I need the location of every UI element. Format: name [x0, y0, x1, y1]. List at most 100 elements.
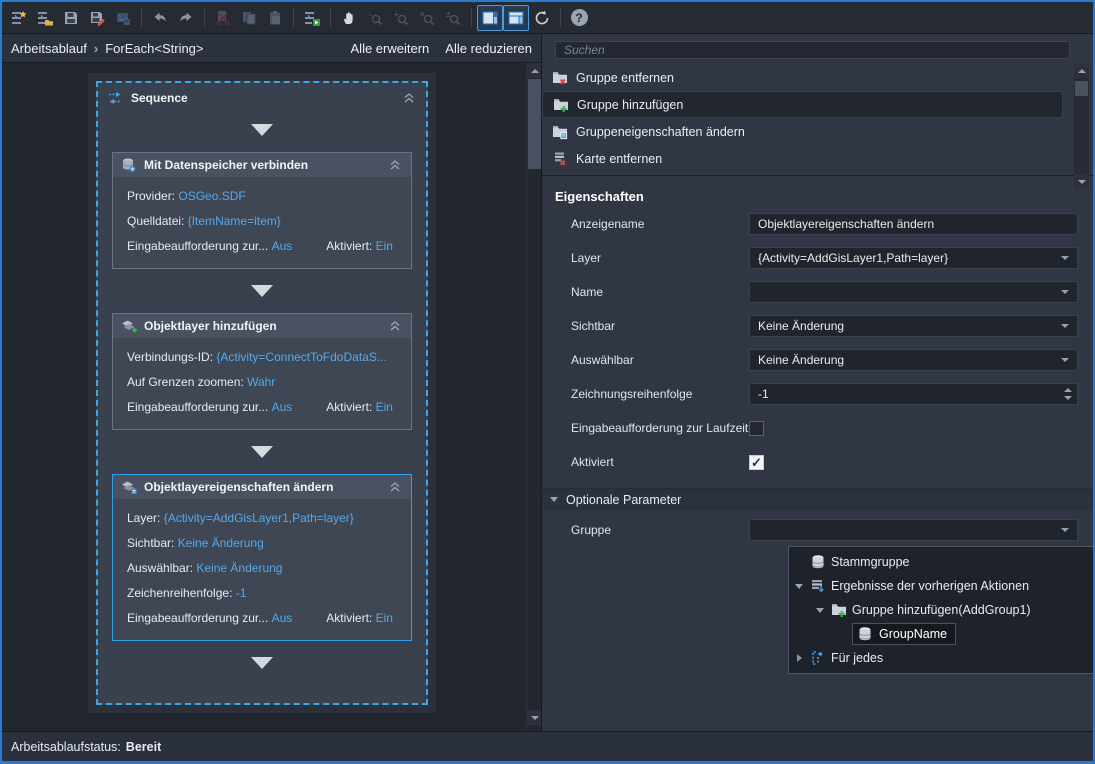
eingabeaufforderung-checkbox[interactable] [749, 420, 764, 436]
activity-add-layer[interactable]: Objektlayer hinzufügen Verbindungs-ID: {… [112, 313, 412, 430]
anzeigename-input[interactable] [749, 213, 1078, 235]
zoom-out-button[interactable]: - [362, 5, 388, 31]
aktiviert-checkbox[interactable] [749, 454, 764, 471]
sequence-activity[interactable]: Sequence Mit Datenspeicher verbinden Pro… [96, 81, 428, 705]
zoom-in-icon: + [393, 10, 409, 26]
search-input[interactable] [555, 41, 1070, 59]
zoom-in-button[interactable]: + [388, 5, 414, 31]
collapse-chevron-icon[interactable] [401, 90, 417, 106]
database-icon [857, 626, 873, 642]
selected-tree-item[interactable]: GroupName [852, 623, 957, 645]
prop-label: Provider: [127, 189, 176, 203]
layout-split-toggle[interactable] [503, 4, 529, 31]
paste-icon [267, 10, 283, 26]
save-as-button[interactable] [84, 5, 110, 31]
collapse-chevron-icon[interactable] [387, 479, 403, 495]
layer-dropdown[interactable]: {Activity=AddGisLayer1,Path=layer} [749, 247, 1078, 269]
zeichnungsreihenfolge-spinner[interactable]: -1 [749, 383, 1078, 405]
flow-connector-arrow [251, 124, 273, 136]
spinner-down-icon[interactable] [1064, 396, 1072, 400]
prompt-label: Eingabeaufforderung zur... [127, 611, 269, 625]
tree-item-ergebnisse[interactable]: Ergebnisse der vorherigen Aktionen [789, 574, 1093, 598]
workflow-canvas[interactable]: Sequence Mit Datenspeicher verbinden Pro… [2, 62, 541, 731]
zoom-out-icon: - [367, 10, 383, 26]
save-as-icon [89, 10, 105, 26]
zoom-window-button[interactable]: × [414, 5, 440, 31]
help-icon: ? [570, 9, 588, 26]
tree-item-label: Gruppe hinzufügen(AddGroup1) [852, 603, 1031, 617]
app-window: - + × ± ? Arbeitsablauf › ForEach<String… [0, 0, 1095, 764]
folder-properties-icon [552, 124, 568, 140]
scrollbar-thumb[interactable] [528, 79, 541, 169]
scrollbar-thumb[interactable] [1075, 81, 1088, 96]
action-item-gruppe-hinzufuegen[interactable]: Gruppe hinzufügen [542, 91, 1063, 118]
flow-connector-arrow [251, 285, 273, 297]
undo-button[interactable] [147, 5, 173, 31]
breadcrumb-current[interactable]: ForEach<String> [105, 41, 203, 56]
action-list-scrollbar[interactable] [1074, 63, 1089, 189]
sichtbar-dropdown[interactable]: Keine Änderung [749, 315, 1078, 337]
prop-value: {Activity=AddGisLayer1,Path=layer} [163, 511, 354, 525]
collapse-all-button[interactable]: Alle reduzieren [445, 41, 532, 56]
prop-label: Auf Grenzen zoomen: [127, 375, 244, 389]
collapsed-icon[interactable] [796, 654, 802, 662]
prompt-label: Eingabeaufforderung zur... [127, 239, 269, 253]
run-button[interactable] [299, 5, 325, 31]
results-icon [810, 578, 826, 594]
save-button[interactable] [58, 5, 84, 31]
gruppe-dropdown[interactable] [749, 519, 1078, 541]
name-dropdown[interactable] [749, 281, 1078, 303]
breadcrumb-root[interactable]: Arbeitsablauf [11, 41, 87, 56]
open-workflow-button[interactable] [32, 5, 58, 31]
auswaehlbar-dropdown[interactable]: Keine Änderung [749, 349, 1078, 371]
cut-icon [215, 10, 231, 26]
tree-item-fuer-jedes[interactable]: Für jedes [789, 646, 1093, 670]
action-item-gruppe-entfernen[interactable]: Gruppe entfernen [542, 64, 1063, 91]
paste-button[interactable] [262, 5, 288, 31]
expanded-icon[interactable] [795, 583, 803, 589]
enabled-value: Ein [375, 611, 393, 625]
scroll-down-button[interactable] [1074, 174, 1089, 189]
canvas-vertical-scrollbar[interactable] [526, 63, 541, 731]
redo-button[interactable] [173, 5, 199, 31]
activity-change-layer-properties[interactable]: Objektlayereigenschaften ändern Layer: {… [112, 474, 412, 641]
scroll-down-button[interactable] [527, 710, 541, 725]
collapse-chevron-icon[interactable] [387, 157, 403, 173]
enabled-label: Aktiviert: [326, 239, 373, 253]
tree-item-gruppe-hinzufuegen[interactable]: Gruppe hinzufügen(AddGroup1) [789, 598, 1093, 622]
layout-design-toggle[interactable] [477, 4, 503, 31]
breadcrumb-separator-icon: › [93, 40, 99, 56]
toolbar-separator [293, 7, 294, 28]
activity-title: Mit Datenspeicher verbinden [144, 158, 309, 172]
action-item-gruppeneigenschaften-aendern[interactable]: Gruppeneigenschaften ändern [542, 118, 1063, 145]
export-image-button[interactable] [110, 5, 136, 31]
pan-button[interactable] [336, 5, 362, 31]
optional-parameters-section[interactable]: Optionale Parameter [542, 488, 1093, 510]
new-workflow-button[interactable] [6, 5, 32, 31]
copy-button[interactable] [236, 5, 262, 31]
chevron-down-icon [1061, 528, 1069, 532]
refresh-button[interactable] [529, 5, 555, 31]
collapse-chevron-icon[interactable] [387, 318, 403, 334]
activity-title: Objektlayer hinzufügen [144, 319, 277, 333]
action-item-karte-entfernen[interactable]: Karte entfernen [542, 145, 1063, 172]
prop-label: Zeichenreihenfolge: [127, 586, 233, 600]
sequence-icon [107, 90, 123, 106]
spinner-up-icon[interactable] [1064, 388, 1072, 392]
expand-all-button[interactable]: Alle erweitern [351, 41, 430, 56]
tree-item-stammgruppe[interactable]: Stammgruppe [789, 550, 1093, 574]
help-button[interactable]: ? [566, 5, 592, 31]
scroll-up-button[interactable] [527, 63, 541, 78]
eingabeaufforderung-label: Eingabeaufforderung zur Laufzeit [571, 421, 749, 435]
activity-connect-datastore[interactable]: Mit Datenspeicher verbinden Provider: OS… [112, 152, 412, 269]
gruppe-label: Gruppe [571, 523, 612, 537]
scroll-up-button[interactable] [1074, 63, 1089, 78]
tree-item-groupname[interactable]: GroupName [789, 622, 1093, 646]
undo-icon [152, 10, 168, 26]
toolbar-separator [330, 7, 331, 28]
expanded-icon[interactable] [816, 607, 824, 613]
map-remove-icon [552, 151, 568, 167]
zoom-extents-button[interactable]: ± [440, 5, 466, 31]
run-icon [304, 10, 320, 26]
cut-button[interactable] [210, 5, 236, 31]
